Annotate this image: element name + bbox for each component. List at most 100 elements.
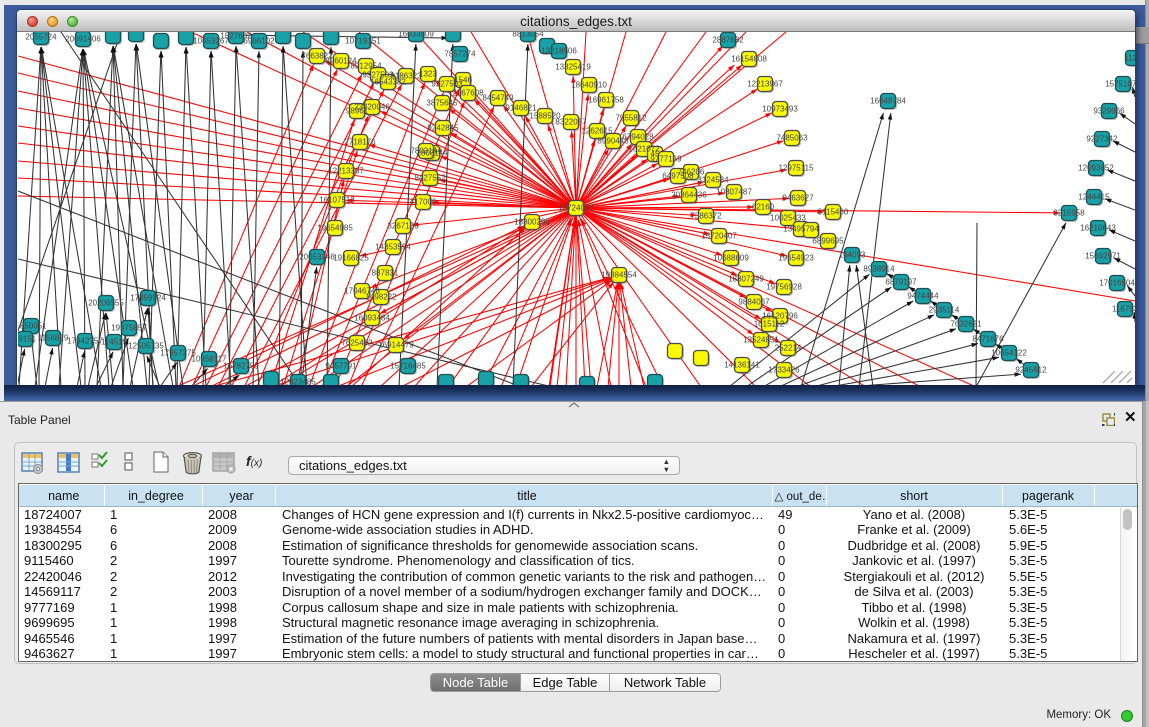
svg-text:15720407: 15720407 <box>701 232 737 241</box>
svg-text:17942757: 17942757 <box>67 337 103 346</box>
svg-text:1733426: 1733426 <box>768 366 800 375</box>
svg-text:18807249: 18807249 <box>728 275 764 284</box>
svg-text:20053346: 20053346 <box>299 253 335 262</box>
svg-text:10654122: 10654122 <box>991 349 1027 358</box>
svg-text:9884067: 9884067 <box>738 298 770 307</box>
svg-text:16210643: 16210643 <box>1080 224 1116 233</box>
svg-text:16093484: 16093484 <box>354 314 390 323</box>
svg-text:7485063: 7485063 <box>776 134 808 143</box>
svg-text:6899695: 6899695 <box>812 237 844 246</box>
svg-text:9115460: 9115460 <box>818 208 849 217</box>
svg-text:8322037: 8322037 <box>555 118 587 127</box>
svg-text:18300295: 18300295 <box>514 218 550 227</box>
svg-text:62160: 62160 <box>752 203 775 212</box>
svg-text:20206555: 20206555 <box>88 299 124 308</box>
svg-text:2718176: 2718176 <box>344 138 376 147</box>
svg-text:1546: 1546 <box>454 76 472 85</box>
svg-text:17016504: 17016504 <box>1099 279 1135 288</box>
svg-text:13495794: 13495794 <box>783 225 819 234</box>
svg-text:16782759: 16782759 <box>223 362 259 371</box>
svg-text:6966102: 6966102 <box>243 37 275 46</box>
svg-text:1498222: 1498222 <box>365 293 397 302</box>
svg-text:19975857: 19975857 <box>111 324 147 333</box>
svg-text:8471676: 8471676 <box>972 335 1004 344</box>
svg-text:8813054: 8813054 <box>512 32 544 39</box>
svg-text:1121: 1121 <box>1124 54 1135 63</box>
svg-text:16033809: 16033809 <box>398 32 434 39</box>
svg-text:6879197: 6879197 <box>885 278 917 287</box>
svg-text:8186323: 8186323 <box>390 72 422 81</box>
svg-text:9777169: 9777169 <box>650 155 682 164</box>
svg-text:14353594: 14353594 <box>375 243 411 252</box>
svg-text:10958117: 10958117 <box>192 355 228 364</box>
svg-text:417006: 417006 <box>410 198 437 207</box>
svg-text:7632621: 7632621 <box>950 320 982 329</box>
svg-text:7625402: 7625402 <box>341 339 373 348</box>
svg-text:3215958: 3215958 <box>1053 209 1085 218</box>
svg-text:1262615: 1262615 <box>581 127 613 136</box>
svg-text:8912954: 8912954 <box>350 62 382 71</box>
svg-text:10025433: 10025433 <box>770 214 806 223</box>
svg-text:252214: 252214 <box>775 344 802 353</box>
svg-text:9457791: 9457791 <box>325 362 357 371</box>
svg-text:116753: 116753 <box>1112 305 1135 314</box>
svg-text:7386372: 7386372 <box>690 212 722 221</box>
svg-text:9463627: 9463627 <box>782 194 814 203</box>
svg-text:7857274: 7857274 <box>444 50 476 59</box>
svg-text:3267130: 3267130 <box>387 222 419 231</box>
svg-text:16961758: 16961758 <box>588 96 624 105</box>
svg-text:2967608: 2967608 <box>452 89 484 98</box>
svg-text:19654923: 19654923 <box>778 254 814 263</box>
svg-text:1244415: 1244415 <box>1078 193 1110 202</box>
svg-text:8454749: 8454749 <box>482 94 514 103</box>
svg-text:20364436: 20364436 <box>671 191 707 200</box>
svg-text:15751074: 15751074 <box>1105 80 1135 89</box>
svg-text:9474444: 9474444 <box>907 292 939 301</box>
svg-text:98961: 98961 <box>346 107 369 116</box>
svg-text:20691406: 20691406 <box>65 35 101 44</box>
svg-text:9329966: 9329966 <box>1093 107 1125 116</box>
svg-text:18640910: 18640910 <box>571 81 607 90</box>
svg-text:114519: 114519 <box>101 338 128 347</box>
svg-text:12093852: 12093852 <box>1078 164 1114 173</box>
svg-text:3875645: 3875645 <box>426 99 458 108</box>
svg-text:9227342: 9227342 <box>1086 135 1118 144</box>
svg-text:10719151: 10719151 <box>345 37 381 46</box>
svg-text:1156829: 1156829 <box>38 334 69 343</box>
svg-text:19166825: 19166825 <box>333 254 369 263</box>
svg-text:39151: 39151 <box>18 335 37 344</box>
svg-text:18724007: 18724007 <box>558 204 594 213</box>
svg-text:3124534: 3124534 <box>697 176 729 185</box>
svg-text:16648784: 16648784 <box>870 97 906 106</box>
svg-text:12975115: 12975115 <box>779 164 815 173</box>
svg-text:8938914: 8938914 <box>863 265 895 274</box>
svg-text:17359924: 17359924 <box>130 294 166 303</box>
svg-text:14136141: 14136141 <box>724 361 760 370</box>
svg-text:16107513: 16107513 <box>319 196 355 205</box>
svg-text:10973493: 10973493 <box>762 105 798 114</box>
svg-text:9242845: 9242845 <box>427 124 459 133</box>
svg-text:1615112: 1615112 <box>754 320 785 329</box>
svg-text:15692971: 15692971 <box>1085 252 1121 261</box>
svg-text:8427552: 8427552 <box>414 174 446 183</box>
svg-text:7803144: 7803144 <box>410 147 442 156</box>
svg-text:9245612: 9245612 <box>1015 366 1047 375</box>
svg-text:13325419: 13325419 <box>555 63 591 72</box>
svg-text:887831: 887831 <box>372 269 399 278</box>
svg-text:6794028: 6794028 <box>622 133 654 142</box>
svg-text:10807487: 10807487 <box>716 188 752 197</box>
svg-text:2935114: 2935114 <box>929 306 960 315</box>
svg-text:12505135: 12505135 <box>128 342 164 351</box>
svg-text:164093: 164093 <box>839 251 866 260</box>
svg-text:12213967: 12213967 <box>747 80 783 89</box>
svg-text:7955812: 7955812 <box>615 114 647 123</box>
svg-text:1850051: 1850051 <box>18 322 47 331</box>
svg-text:13218506: 13218506 <box>541 47 577 56</box>
svg-text:19384554: 19384554 <box>601 271 637 280</box>
svg-text:2055724: 2055724 <box>25 33 57 42</box>
svg-text:16154808: 16154808 <box>731 55 767 64</box>
svg-text:2887682: 2887682 <box>712 36 744 45</box>
svg-text:10688609: 10688609 <box>713 254 749 263</box>
svg-text:12213367: 12213367 <box>328 167 364 176</box>
svg-text:15716485: 15716485 <box>390 362 426 371</box>
